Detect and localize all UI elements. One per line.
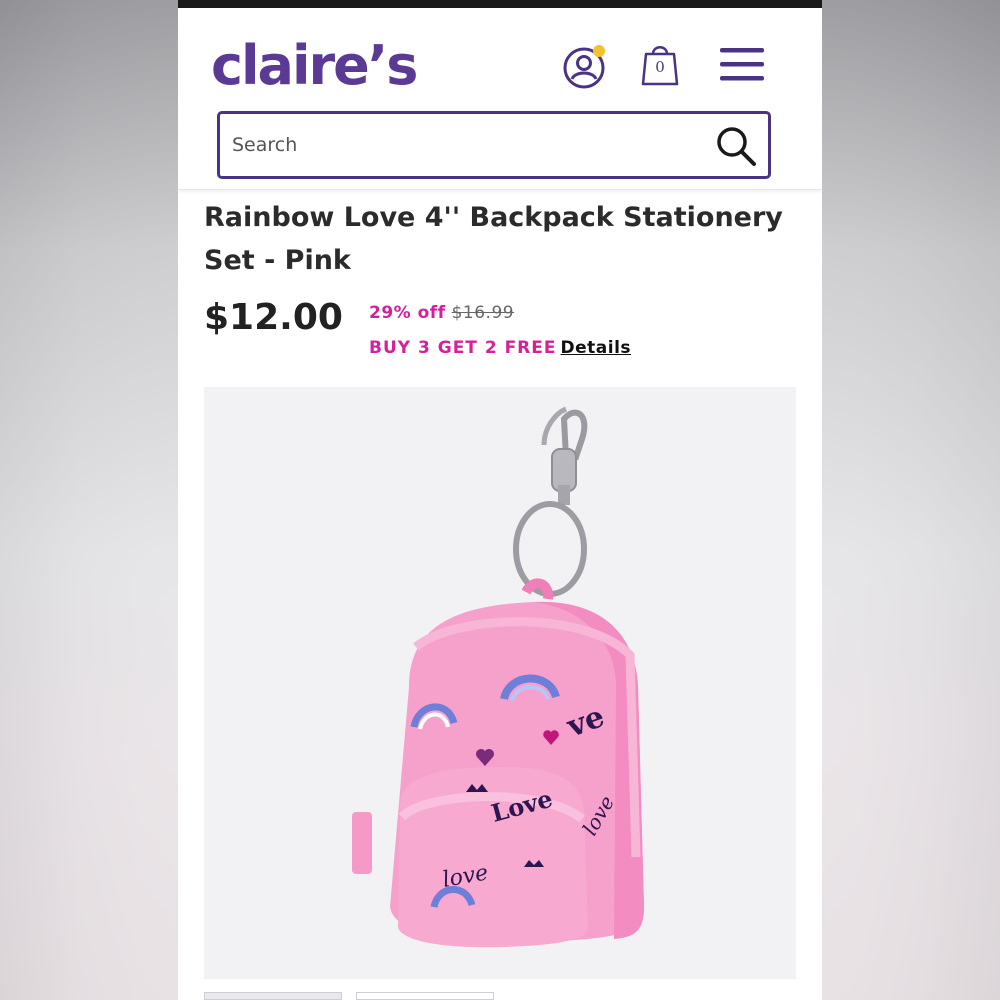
image-thumbnails bbox=[204, 992, 796, 1000]
search-input[interactable] bbox=[232, 128, 692, 162]
promo-details-link[interactable]: Details bbox=[561, 338, 632, 358]
discount-line: 29% off $16.99 bbox=[369, 303, 514, 323]
phone-screen: claire’s 0 Search Rainbow Love 4'' Backp… bbox=[178, 0, 822, 1000]
background-blur-right bbox=[822, 0, 1000, 1000]
search-bar bbox=[217, 111, 771, 179]
hamburger-menu-icon[interactable] bbox=[720, 46, 764, 82]
cart-count: 0 bbox=[655, 58, 665, 76]
product-title: Rainbow Love 4'' Backpack Stationery Set… bbox=[204, 202, 783, 276]
product-price: $12.00 bbox=[204, 297, 343, 338]
account-icon[interactable] bbox=[563, 43, 609, 89]
promo-line: BUY 3 GET 2 FREE Details bbox=[369, 338, 631, 358]
discount-percent: 29% off bbox=[369, 303, 446, 323]
claires-logo[interactable]: claire’s bbox=[211, 34, 418, 98]
product-image[interactable]: ve Love love love bbox=[204, 387, 796, 979]
original-price: $16.99 bbox=[451, 303, 515, 323]
thumbnail-1[interactable] bbox=[204, 992, 342, 1000]
promo-offer: BUY 3 GET 2 FREE bbox=[369, 338, 557, 358]
site-header: claire’s 0 bbox=[178, 8, 822, 190]
thumbnail-2[interactable] bbox=[356, 992, 494, 1000]
background-blur-left bbox=[0, 0, 178, 1000]
shopping-bag-icon[interactable]: 0 bbox=[640, 40, 680, 88]
status-bar bbox=[178, 0, 822, 8]
search-icon[interactable] bbox=[714, 124, 758, 168]
